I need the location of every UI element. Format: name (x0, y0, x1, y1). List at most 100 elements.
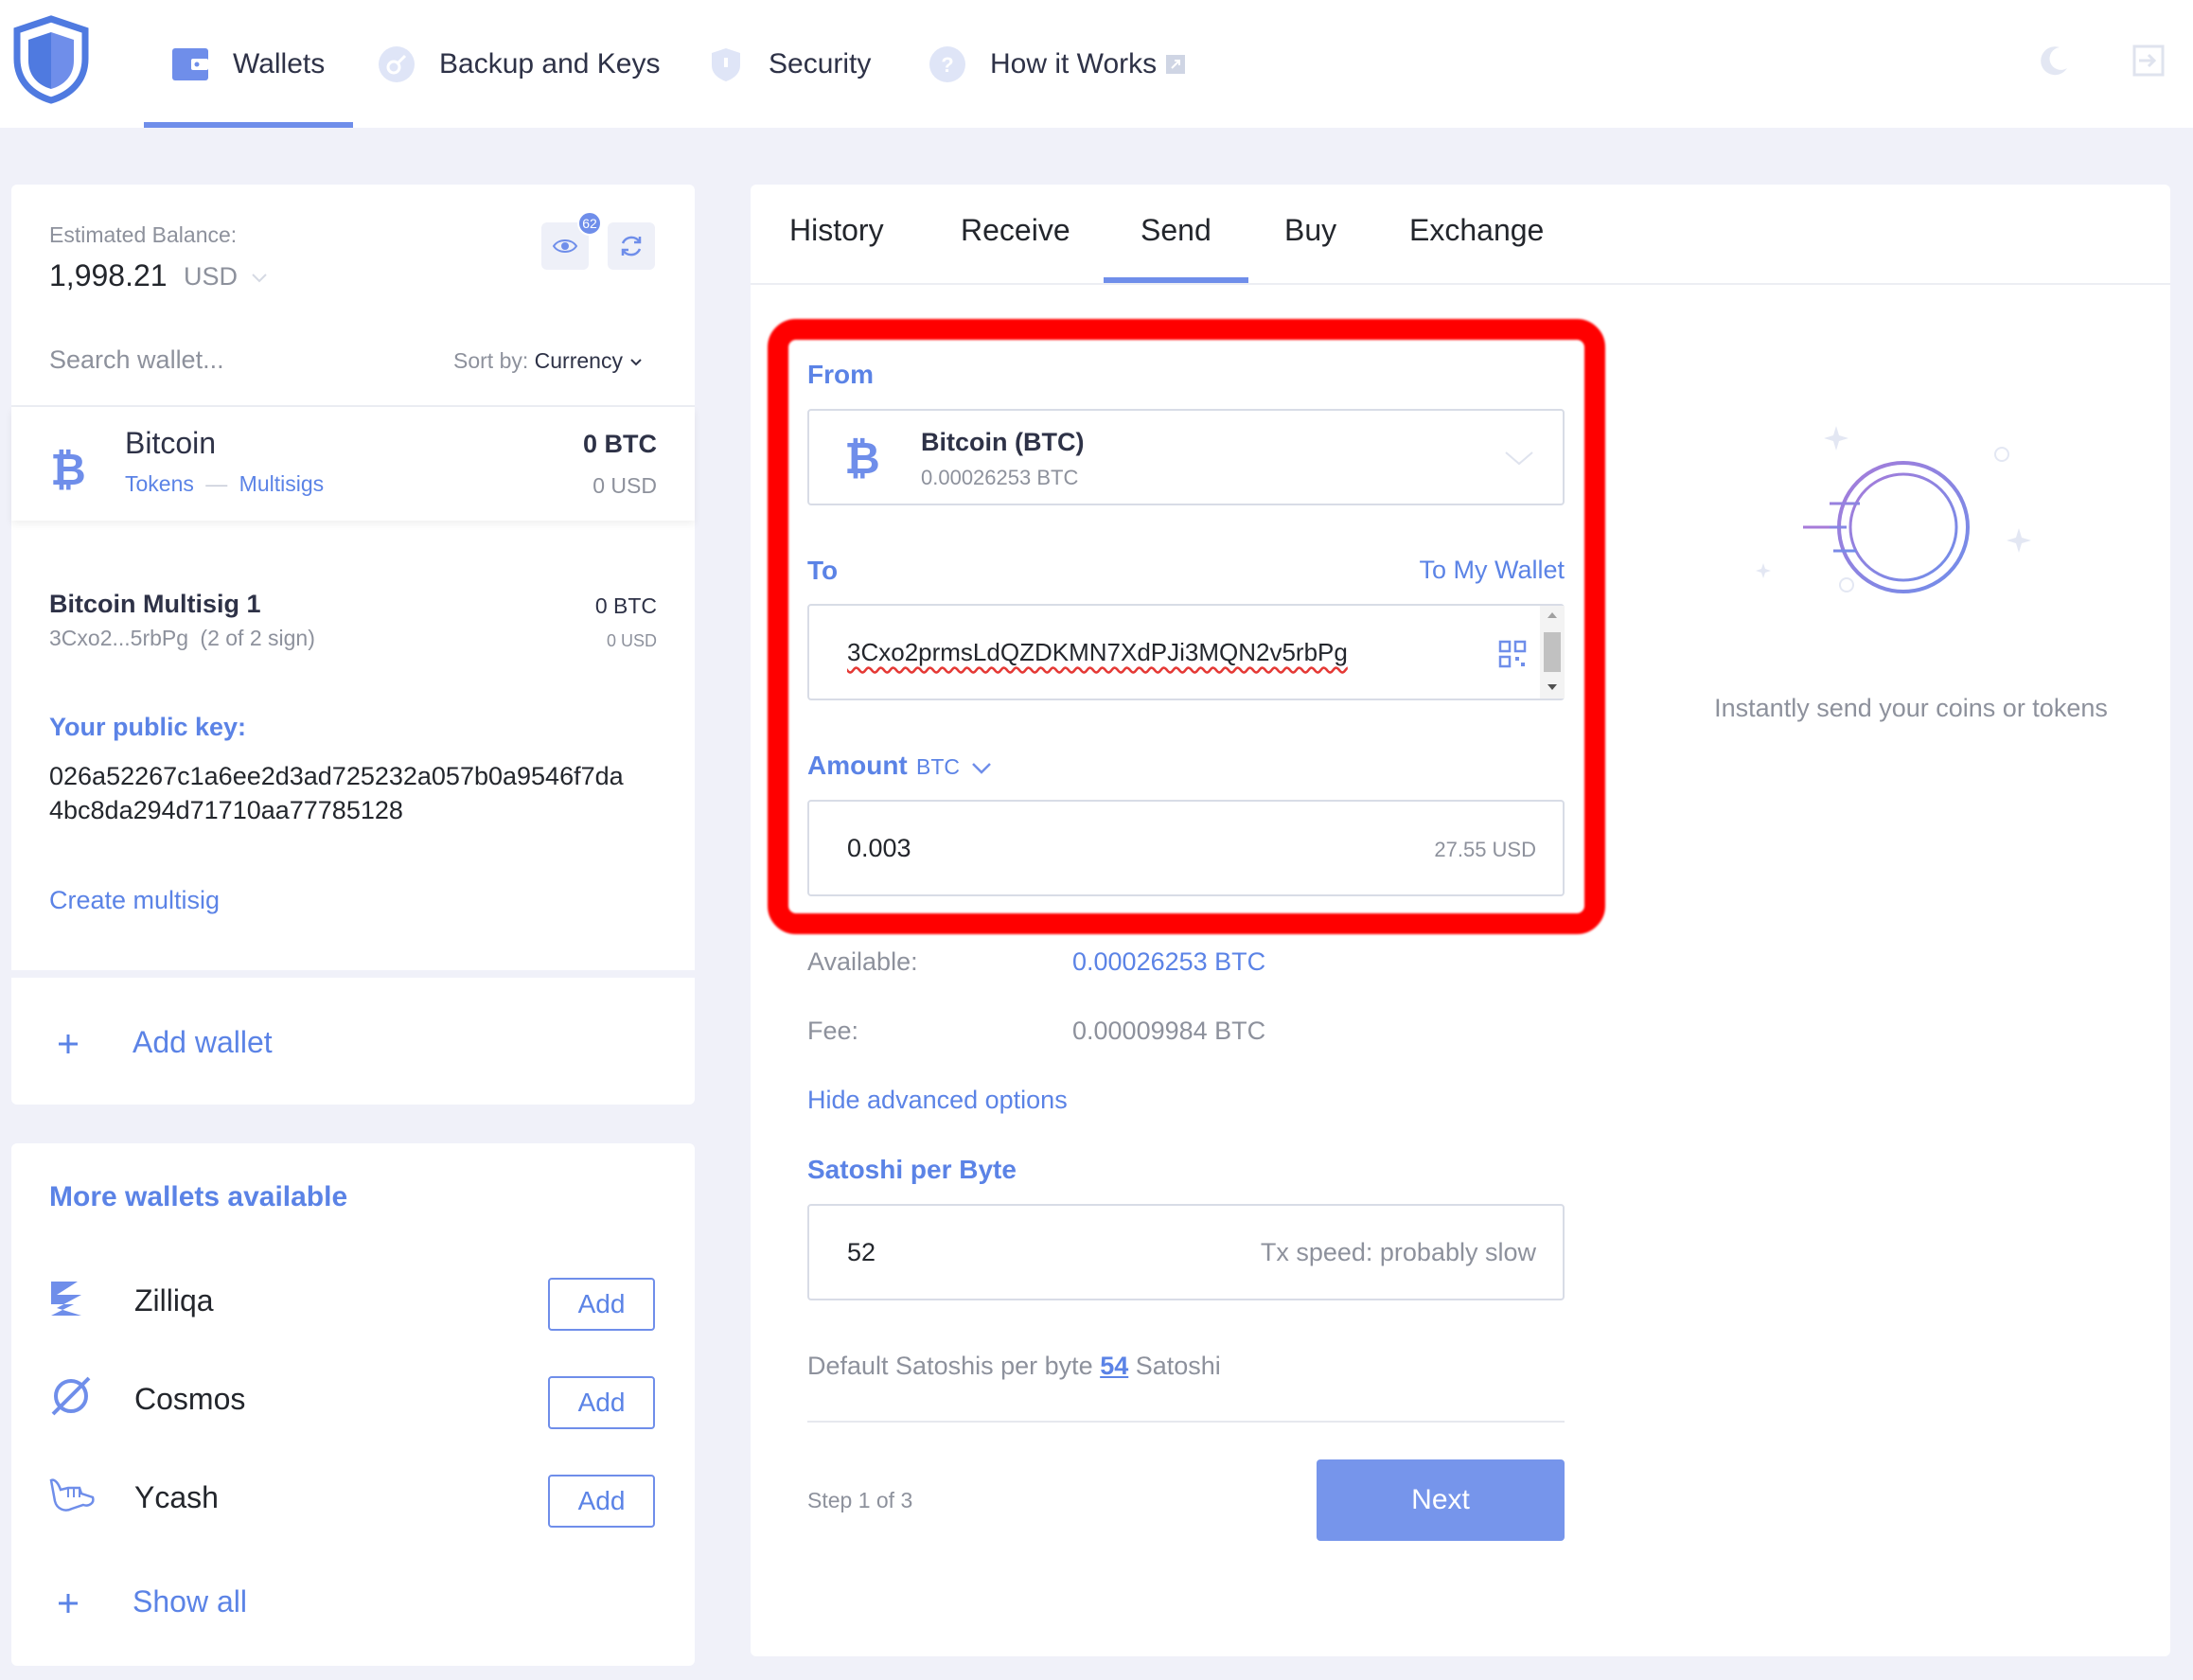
svg-text:₿: ₿ (844, 433, 880, 481)
sort-dropdown[interactable]: Sort by: Currency (453, 348, 644, 374)
section-gap (11, 970, 695, 978)
amount-usd: 27.55 USD (1434, 838, 1536, 861)
add-wallet-label: Add wallet (133, 1025, 273, 1059)
scroll-down-icon[interactable] (1547, 683, 1558, 691)
chevron-down-icon (1505, 451, 1533, 466)
hide-advanced-options-link[interactable]: Hide advanced options (807, 1086, 1068, 1115)
scrollbar-thumb[interactable] (1544, 632, 1561, 672)
nav-wallets-label: Wallets (233, 47, 326, 80)
tx-speed-hint: Tx speed: probably slow (1260, 1238, 1536, 1266)
default-satoshi-line: Default Satoshis per byte 54 Satoshi (807, 1352, 1221, 1381)
to-my-wallet-link[interactable]: To My Wallet (1413, 556, 1565, 585)
sort-label: Sort by: (453, 348, 529, 373)
chevron-down-icon (630, 359, 643, 366)
qr-code-icon[interactable] (1498, 640, 1527, 668)
chevron-down-icon[interactable] (250, 268, 269, 287)
wallet-row-bitcoin[interactable]: ₿ Bitcoin Tokens — Multisigs 0 BTC 0 USD (11, 407, 695, 521)
nav-backup-keys[interactable]: Backup and Keys (377, 0, 660, 128)
tab-receive[interactable]: Receive (961, 213, 1070, 248)
ycash-name: Ycash (134, 1480, 219, 1514)
public-key-label: Your public key: (49, 713, 247, 741)
tokens-link[interactable]: Tokens (125, 471, 194, 496)
refresh-button[interactable] (608, 222, 655, 270)
wallet-links: Tokens — Multisigs (125, 471, 325, 496)
search-wallet-input[interactable]: Search wallet... (49, 345, 224, 375)
moon-icon[interactable] (2035, 42, 2073, 80)
nav-backup-keys-label: Backup and Keys (439, 47, 661, 80)
wallets-panel: Estimated Balance: 1,998.21 USD 62 Searc… (11, 185, 695, 1105)
key-icon (377, 44, 416, 84)
logo-shield-icon[interactable] (11, 15, 91, 104)
wallet-usd: 0 USD (592, 473, 657, 498)
multisig-address-line: 3Cxo2...5rbPg (2 of 2 sign) (49, 626, 315, 651)
default-satoshi-prefix: Default Satoshis per byte (807, 1352, 1093, 1380)
balance-label: Estimated Balance: (49, 222, 238, 247)
shield-icon (706, 44, 746, 84)
more-wallets-title: More wallets available (49, 1181, 348, 1212)
available-value[interactable]: 0.00026253 BTC (1072, 947, 1265, 977)
multisigs-link[interactable]: Multisigs (239, 471, 324, 496)
nav-how-it-works-label: How it Works (990, 47, 1158, 80)
nav-active-indicator (144, 122, 353, 128)
amount-input[interactable]: 0.003 27.55 USD (807, 800, 1565, 896)
add-ycash-button[interactable]: Add (548, 1475, 655, 1528)
refresh-icon (621, 236, 642, 256)
multisig-amount: 0 BTC (594, 593, 657, 618)
add-wallet-button[interactable]: Add wallet (11, 978, 695, 1105)
nav-security-label: Security (769, 47, 872, 80)
create-multisig-link[interactable]: Create multisig (49, 886, 220, 915)
nav-wallets[interactable]: Wallets (170, 0, 325, 128)
default-satoshi-value-link[interactable]: 54 (1100, 1352, 1128, 1380)
from-coin-balance: 0.00026253 BTC (921, 466, 1079, 489)
send-panel: History Receive Send Buy Exchange From ₿… (751, 185, 2170, 1656)
notification-badge: 62 (577, 211, 602, 236)
scroll-up-icon[interactable] (1547, 611, 1558, 619)
svg-text:?: ? (941, 53, 953, 77)
step-indicator: Step 1 of 3 (807, 1488, 913, 1512)
amount-value: 0.003 (847, 834, 911, 862)
tab-exchange[interactable]: Exchange (1409, 213, 1544, 248)
show-all-label: Show all (133, 1584, 247, 1618)
plus-icon (59, 1594, 78, 1613)
sort-value: Currency (534, 348, 623, 373)
wallet-amount: 0 BTC (582, 430, 657, 458)
balance-currency[interactable]: USD (184, 262, 238, 292)
default-satoshi-suffix: Satoshi (1135, 1352, 1221, 1380)
add-cosmos-button[interactable]: Add (548, 1376, 655, 1429)
wallet-name: Bitcoin (125, 426, 217, 460)
more-wallets-panel: More wallets available Zilliqa Add Cosmo… (11, 1143, 695, 1666)
from-coin-select[interactable]: ₿ Bitcoin (BTC) 0.00026253 BTC (807, 409, 1565, 505)
next-button[interactable]: Next (1317, 1459, 1565, 1541)
amount-unit: BTC (916, 754, 960, 779)
amount-unit-select[interactable]: BTC (916, 754, 992, 780)
nav-how-it-works[interactable]: ? How it Works (928, 0, 1187, 128)
satoshi-per-byte-value: 52 (847, 1238, 876, 1266)
wallet-icon (170, 44, 210, 84)
bitcoin-icon: ₿ (844, 433, 880, 481)
public-key-line-1: 026a52267c1a6ee2d3ad725232a057b0a9546f7d… (49, 762, 624, 790)
ycash-icon (49, 1478, 95, 1512)
zilliqa-icon (51, 1282, 81, 1316)
to-address-input[interactable]: 3Cxo2prmsLdQZDKMN7XdPJi3MQN2v5rbPg (807, 604, 1565, 700)
fee-label: Fee: (807, 1017, 859, 1045)
tab-buy[interactable]: Buy (1284, 213, 1336, 248)
satoshi-per-byte-input[interactable]: 52 Tx speed: probably slow (807, 1204, 1565, 1300)
balance-amount: 1,998.21 (49, 258, 168, 292)
multisig-sign: (2 of 2 sign) (200, 626, 315, 650)
question-icon: ? (928, 44, 967, 84)
logout-icon[interactable] (2130, 42, 2167, 80)
show-all-button[interactable]: Show all (11, 1560, 695, 1645)
external-link-icon (1164, 53, 1187, 76)
tab-history[interactable]: History (789, 213, 884, 248)
chevron-down-icon (972, 763, 992, 774)
multisig-address: 3Cxo2...5rbPg (49, 626, 189, 650)
tabs-divider (751, 283, 2170, 285)
divider (807, 1421, 1565, 1423)
tab-send[interactable]: Send (1141, 213, 1211, 248)
scrollbar[interactable] (1540, 606, 1565, 699)
plus-icon (59, 1035, 78, 1053)
fee-value: 0.00009984 BTC (1072, 1017, 1266, 1045)
add-zilliqa-button[interactable]: Add (548, 1278, 655, 1331)
nav-security[interactable]: Security (706, 0, 871, 128)
multisig-usd: 0 USD (606, 631, 657, 650)
